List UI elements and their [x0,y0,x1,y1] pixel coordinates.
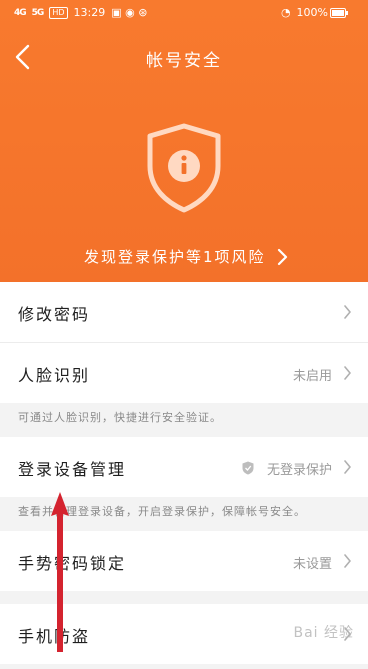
chevron-right-icon [277,248,287,265]
row-face-recognition[interactable]: 人脸识别 未启用 [0,343,368,403]
row-label: 人脸识别 [18,366,91,385]
row-label: 手势密码锁定 [18,554,127,573]
battery-icon [330,8,348,18]
row-label: 修改密码 [18,305,91,324]
battery-level: 100% [296,6,328,19]
header: 4G 5G HD 13:29 ▣ ◉ ⊛ ◔ 100% 帐号安全 发现登录保护等… [0,0,368,282]
row-device-management[interactable]: 登录设备管理 无登录保护 [0,437,368,497]
row-label: 登录设备管理 [18,460,127,479]
chevron-right-icon [344,366,351,380]
risk-text: 发现登录保护等1项风险 [84,248,266,266]
chevron-right-icon [344,305,351,319]
shield-check-icon [242,461,254,475]
watermark: Bai 经验 [293,625,354,641]
notification-icon: ▣ ◉ ⊛ [111,6,148,19]
shield-info-icon [147,123,221,213]
risk-banner[interactable]: 发现登录保护等1项风险 [84,246,288,267]
signal-4g: 4G [14,7,27,18]
row-status: 无登录保护 [266,463,332,478]
face-recognition-note: 可通过人脸识别，快捷进行安全验证。 [0,403,368,437]
page-title: 帐号安全 [146,51,222,71]
hd-badge: HD [49,6,68,19]
signal-5g: 5G [31,7,45,18]
clock: 13:29 [73,6,106,19]
row-status: 未启用 [292,369,332,384]
chevron-right-icon [344,460,351,474]
chevron-right-icon [344,554,351,568]
wifi-icon: ◔ [280,6,291,19]
row-change-password[interactable]: 修改密码 [0,282,368,342]
annotation-arrow [51,492,69,652]
row-status: 未设置 [292,557,332,572]
status-bar: 4G 5G HD 13:29 ▣ ◉ ⊛ ◔ 100% [0,0,368,26]
note-text: 可通过人脸识别，快捷进行安全验证。 [18,411,222,424]
